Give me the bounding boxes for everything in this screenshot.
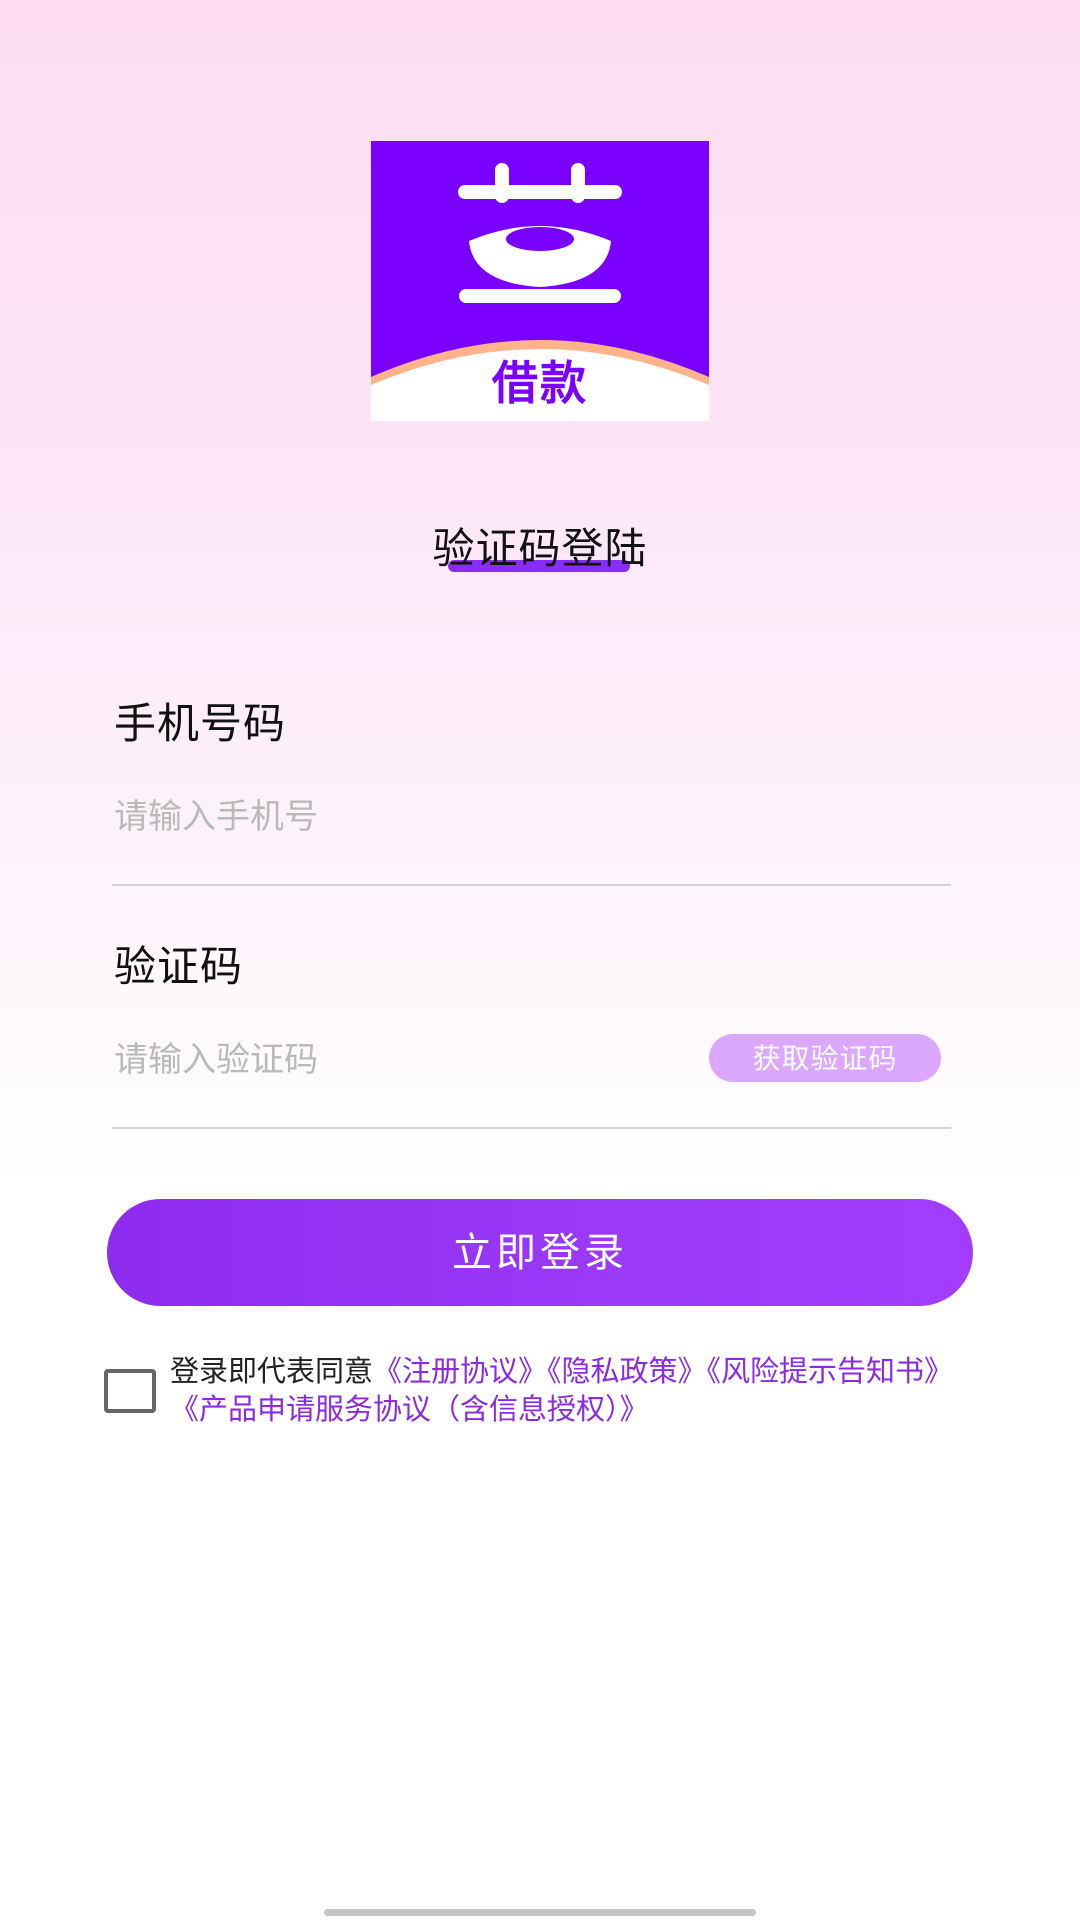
- code-divider: [112, 1127, 951, 1129]
- page-title[interactable]: 验证码登陆: [432, 515, 647, 576]
- phone-label: 手机号码: [114, 699, 287, 748]
- logo-text: 借款: [492, 356, 588, 410]
- agreement-prefix: 登录即代表同意: [170, 1354, 374, 1388]
- login-button[interactable]: 立即登录: [107, 1199, 973, 1306]
- link-risk-notice[interactable]: 《风险提示告知书》: [707, 1354, 954, 1388]
- link-service-agreement[interactable]: 《产品申请服务协议（含信息授权）》: [170, 1392, 649, 1426]
- get-code-button[interactable]: 获取验证码: [709, 1034, 941, 1082]
- home-indicator[interactable]: [324, 1909, 756, 1916]
- agreement-checkbox[interactable]: [104, 1369, 156, 1413]
- app-logo: 借款: [371, 141, 709, 421]
- agreement-text: 登录即代表同意《注册协议》《隐私政策》《风险提示告知书》《产品申请服务协议（含信…: [170, 1352, 980, 1428]
- phone-input[interactable]: [114, 789, 674, 845]
- code-label: 验证码: [114, 942, 244, 991]
- link-register-agreement[interactable]: 《注册协议》: [373, 1354, 547, 1388]
- code-input[interactable]: [114, 1032, 674, 1088]
- link-privacy-policy[interactable]: 《隐私政策》: [547, 1354, 707, 1388]
- phone-divider: [112, 884, 951, 886]
